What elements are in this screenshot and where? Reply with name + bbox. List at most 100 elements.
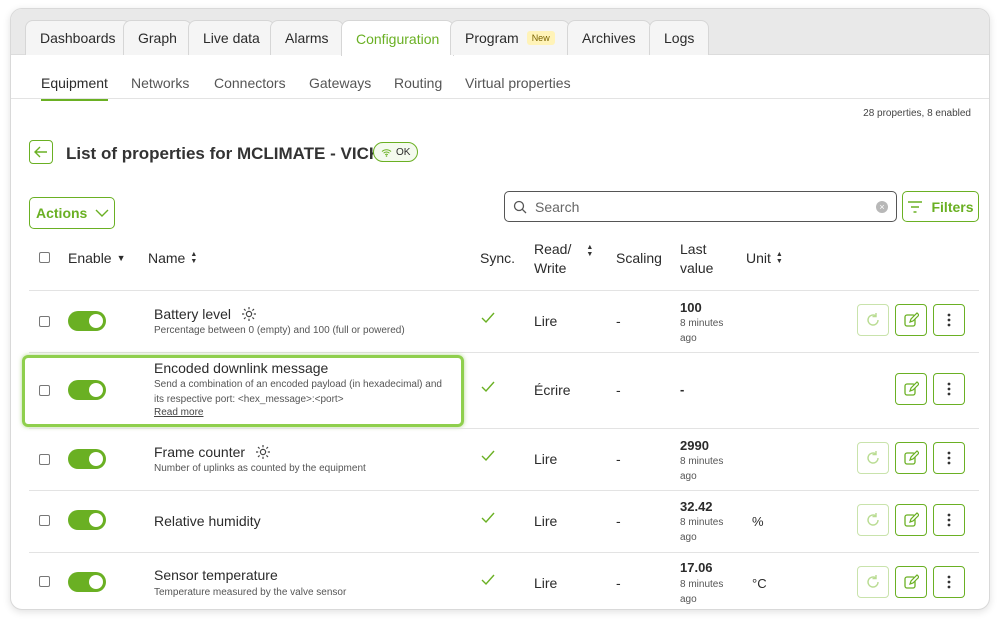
property-description: Number of uplinks as counted by the equi… [154,463,366,474]
property-name-text: Relative humidity [154,513,261,529]
time-line2: ago [680,333,697,344]
refresh-button[interactable] [857,566,889,598]
property-name-text: Sensor temperature [154,567,278,583]
column-enable[interactable]: Enable ▼ [68,250,126,266]
edit-button[interactable] [895,442,927,474]
column-scaling-label: Scaling [616,250,662,266]
clear-icon[interactable]: × [876,201,888,213]
status-badge-label: OK [396,146,411,158]
tab-configuration[interactable]: Configuration [341,20,455,56]
column-read-write[interactable]: Read/ Write ▲ ▼ [534,240,593,278]
status-badge: OK [373,142,419,162]
gear-icon[interactable] [255,444,271,460]
row-checkbox[interactable] [39,576,50,587]
edit-icon [904,381,919,396]
subtab-routing[interactable]: Routing [394,75,442,91]
sort-icon: ▲ ▼ [586,244,594,258]
edit-button[interactable] [895,504,927,536]
sub-tab-bar: Equipment Networks Connectors Gateways R… [11,55,989,101]
enable-toggle[interactable] [68,572,106,592]
arrow-left-icon [34,146,47,158]
time-line1: 8 minutes [680,517,724,528]
tab-label: Live data [203,30,260,46]
sort-icon: ▲ ▼ [775,251,783,265]
edit-button[interactable] [895,566,927,598]
edit-icon [904,512,919,527]
refresh-icon [867,575,879,588]
tab-label: Logs [664,30,695,46]
tab-label: Dashboards [40,30,116,46]
more-vertical-icon [947,382,951,396]
column-unit-label: Unit [746,250,771,266]
scaling-value: - [616,451,621,467]
divider [29,290,979,291]
column-enable-label: Enable [68,250,112,266]
tab-label: Program [465,30,519,46]
time-line2: ago [680,532,697,543]
more-options-button[interactable] [933,373,965,405]
tab-alarms[interactable]: Alarms [270,20,344,55]
read-write-mode: Lire [534,313,558,329]
highlight-box [22,355,464,427]
enable-toggle[interactable] [68,449,106,469]
check-icon [481,312,495,324]
more-options-button[interactable] [933,304,965,336]
divider [29,428,979,429]
property-description: Percentage between 0 (empty) and 100 (fu… [154,325,405,336]
search-input[interactable] [535,198,855,215]
subtab-connectors[interactable]: Connectors [214,75,286,91]
subtab-virtual-properties[interactable]: Virtual properties [465,75,571,91]
read-write-mode: Écrire [534,382,571,398]
tab-program[interactable]: Program New [450,20,570,55]
tab-live-data[interactable]: Live data [188,20,275,55]
row-checkbox[interactable] [39,515,50,526]
column-read-write-line2: Write [534,260,567,276]
edit-icon [904,312,919,327]
gear-icon[interactable] [241,306,257,322]
scaling-value: - [616,313,621,329]
more-options-button[interactable] [933,504,965,536]
back-button[interactable] [29,140,53,164]
check-icon [481,574,495,586]
enable-toggle[interactable] [68,311,106,331]
subtab-networks[interactable]: Networks [131,75,189,91]
more-options-button[interactable] [933,566,965,598]
tab-label: Archives [582,30,636,46]
column-name[interactable]: Name ▲ ▼ [148,250,197,266]
select-all-checkbox[interactable] [39,252,50,263]
tab-logs[interactable]: Logs [649,20,710,55]
refresh-button[interactable] [857,304,889,336]
refresh-button[interactable] [857,504,889,536]
sort-icon: ▲ ▼ [190,251,198,265]
caret-down-icon: ▼ [116,253,126,263]
property-name: Relative humidity [154,513,261,529]
last-value: 100 [680,300,702,315]
divider [29,490,979,491]
read-write-mode: Lire [534,513,558,529]
last-value-time: 8 minutes ago [680,454,735,484]
column-read-write-line1: Read/ [534,241,572,257]
row-checkbox[interactable] [39,316,50,327]
enable-toggle[interactable] [68,510,106,530]
tab-graph[interactable]: Graph [123,20,192,55]
edit-button[interactable] [895,304,927,336]
divider [29,352,979,353]
tab-archives[interactable]: Archives [567,20,651,55]
filters-button[interactable]: Filters [902,191,979,222]
subtab-gateways[interactable]: Gateways [309,75,371,91]
actions-dropdown[interactable]: Actions [29,197,115,229]
edit-icon [904,574,919,589]
tab-dashboards[interactable]: Dashboards [25,20,131,55]
scaling-value: - [616,513,621,529]
property-name: Battery level [154,306,257,322]
row-checkbox[interactable] [39,454,50,465]
more-vertical-icon [947,513,951,527]
column-unit[interactable]: Unit ▲ ▼ [746,250,783,266]
scaling-value: - [616,382,621,398]
tab-label: Alarms [285,30,329,46]
refresh-button[interactable] [857,442,889,474]
tab-label: Configuration [356,30,440,47]
edit-button[interactable] [895,373,927,405]
subtab-equipment[interactable]: Equipment [41,75,108,101]
more-options-button[interactable] [933,442,965,474]
